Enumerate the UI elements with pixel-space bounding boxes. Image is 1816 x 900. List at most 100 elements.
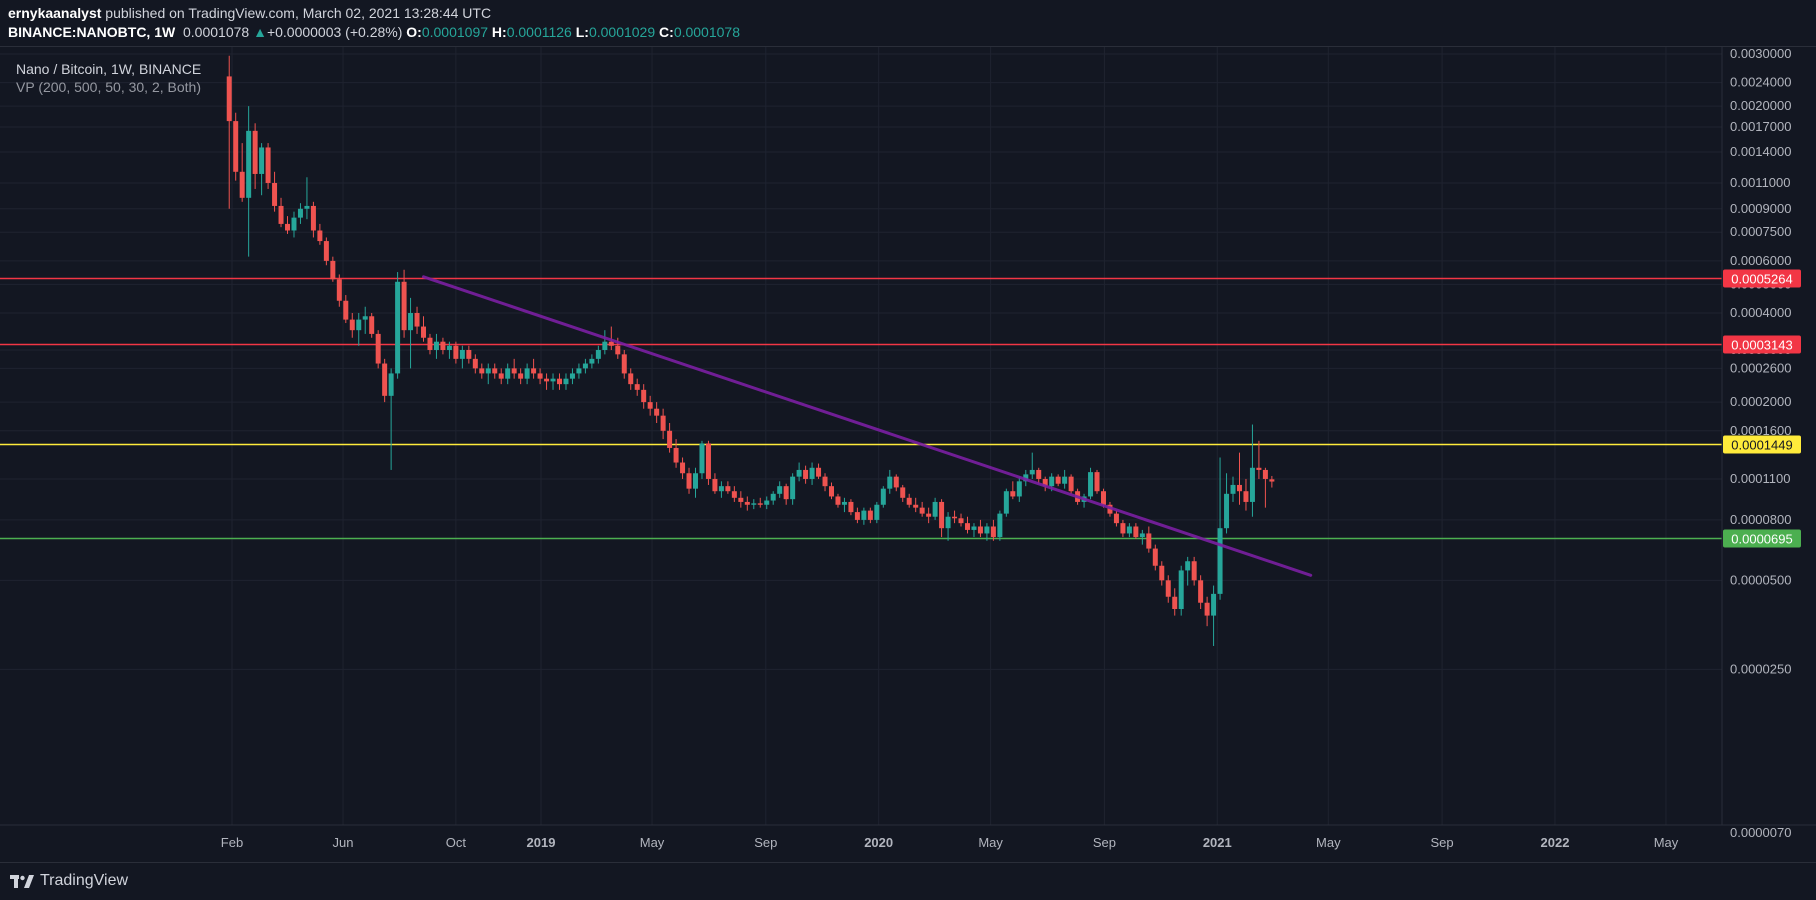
candle-body-down — [1159, 565, 1165, 581]
candle-body-down — [1036, 469, 1042, 479]
chart-background — [0, 47, 1816, 862]
candle-body-down — [1262, 469, 1268, 479]
level-label-pivot: 0.0001449 — [1731, 438, 1792, 453]
candle-body-up — [777, 486, 783, 494]
candle-body-down — [421, 326, 427, 338]
candle-body-down — [919, 507, 925, 514]
candle-body-up — [1185, 561, 1191, 571]
candle-body-down — [958, 518, 964, 524]
candle-body-down — [628, 373, 634, 385]
candle-body-up — [764, 500, 770, 505]
candle-body-up — [485, 368, 491, 374]
candle-body-down — [427, 337, 433, 350]
candle-body-down — [226, 76, 232, 122]
candle-body-up — [887, 476, 893, 489]
close-label: C: — [659, 24, 674, 40]
price-tick-label: 0.0007500 — [1730, 224, 1791, 239]
chart-header: ernykaanalyst published on TradingView.c… — [0, 0, 1816, 47]
candle-body-up — [1224, 493, 1230, 529]
candle-body-down — [654, 408, 660, 416]
time-tick-label: 2021 — [1203, 835, 1232, 850]
candle-body-down — [803, 469, 809, 479]
time-tick-label: Jun — [333, 835, 354, 850]
candle-body-up — [446, 345, 452, 350]
candle-body-up — [395, 281, 401, 374]
candle-body-down — [673, 447, 679, 463]
candle-body-down — [900, 487, 906, 498]
candle-body-up — [524, 368, 530, 379]
candle-body-down — [336, 279, 342, 301]
candle-body-down — [479, 368, 485, 374]
candle-body-up — [297, 208, 303, 218]
time-tick-label: Sep — [1431, 835, 1454, 850]
candle-body-down — [414, 313, 420, 327]
indicator-label[interactable]: VP (200, 500, 50, 30, 2, Both) — [16, 78, 201, 96]
candle-body-down — [1172, 596, 1178, 609]
candle-body-down — [835, 496, 841, 505]
candle-body-down — [647, 402, 653, 409]
price-tick-label: 0.0030000 — [1730, 47, 1791, 61]
candle-body-up — [1211, 593, 1217, 616]
symbol-ohlc-bar: BINANCE:NANOBTC, 1W 0.0001078 ▲+0.000000… — [8, 24, 740, 40]
candle-body-up — [932, 501, 938, 517]
candle-body-up — [997, 513, 1003, 538]
candle-body-down — [557, 378, 563, 385]
high-label: H: — [491, 24, 507, 40]
candle-body-up — [1003, 491, 1009, 514]
price-tick-label: 0.0000800 — [1730, 512, 1791, 527]
price-chart[interactable]: 0.0030000 0.0024000 0.0020000 0.0017000 0.00… — [0, 47, 1816, 862]
candle-body-down — [1191, 561, 1197, 581]
candle-body-up — [796, 469, 802, 477]
open-label: O: — [406, 24, 422, 40]
brand[interactable]: TradingView — [10, 872, 128, 890]
time-tick-label: Sep — [754, 835, 777, 850]
price-axis-panel[interactable] — [1722, 47, 1816, 862]
candle-body-up — [550, 378, 556, 382]
candle-body-down — [744, 501, 750, 505]
candle-body-down — [660, 415, 666, 431]
candle-body-down — [621, 354, 627, 374]
time-tick-label: May — [1316, 835, 1341, 850]
candle-body-down — [634, 384, 640, 390]
candle-body-up — [569, 373, 575, 379]
candle-body-down — [977, 526, 983, 534]
price-tick-label: 0.0000500 — [1730, 572, 1791, 587]
candle-body-down — [939, 501, 945, 529]
candle-body-down — [608, 341, 614, 346]
candle-body-up — [304, 205, 310, 209]
price-tick-label: 0.0011000 — [1730, 175, 1791, 190]
candle-body-down — [285, 223, 291, 231]
candle-body-up — [880, 488, 886, 505]
time-tick-label: Oct — [446, 835, 467, 850]
candle-body-up — [459, 349, 465, 359]
price-tick-label: 0.0002000 — [1730, 394, 1791, 409]
candle-body-down — [667, 430, 673, 448]
candle-body-down — [738, 497, 744, 502]
time-tick-label: 2019 — [527, 835, 556, 850]
time-tick-label: Sep — [1093, 835, 1116, 850]
candle-body-up — [291, 217, 297, 231]
candle-body-down — [1236, 484, 1242, 492]
candle-body-down — [952, 516, 958, 519]
level-label-resistance-2: 0.0003143 — [1731, 338, 1792, 353]
author-name[interactable]: ernykaanalyst — [8, 5, 101, 21]
candle-body-down — [913, 504, 919, 508]
candle-body-up — [809, 467, 815, 479]
price-tick-label: 0.0006000 — [1730, 253, 1791, 268]
candle-body-down — [252, 130, 258, 174]
candle-body-up — [362, 316, 368, 320]
chart-legend: Nano / Bitcoin, 1W, BINANCE VP (200, 500… — [16, 60, 201, 96]
candle-body-down — [472, 358, 478, 369]
candle-body-down — [680, 462, 686, 474]
level-label-support: 0.0000695 — [1731, 532, 1792, 547]
price-tick-label: 0.0020000 — [1730, 98, 1791, 113]
candle-body-up — [388, 373, 394, 396]
price-tick-label: 0.0000250 — [1730, 661, 1791, 676]
price-tick-label: 0.0001100 — [1730, 471, 1791, 486]
candle-body-down — [731, 491, 737, 498]
brand-name: TradingView — [40, 872, 129, 889]
candle-body-up — [861, 510, 867, 520]
candle-body-up — [433, 341, 439, 350]
publish-info: ernykaanalyst published on TradingView.c… — [8, 5, 491, 21]
candle-body-down — [1146, 533, 1152, 549]
